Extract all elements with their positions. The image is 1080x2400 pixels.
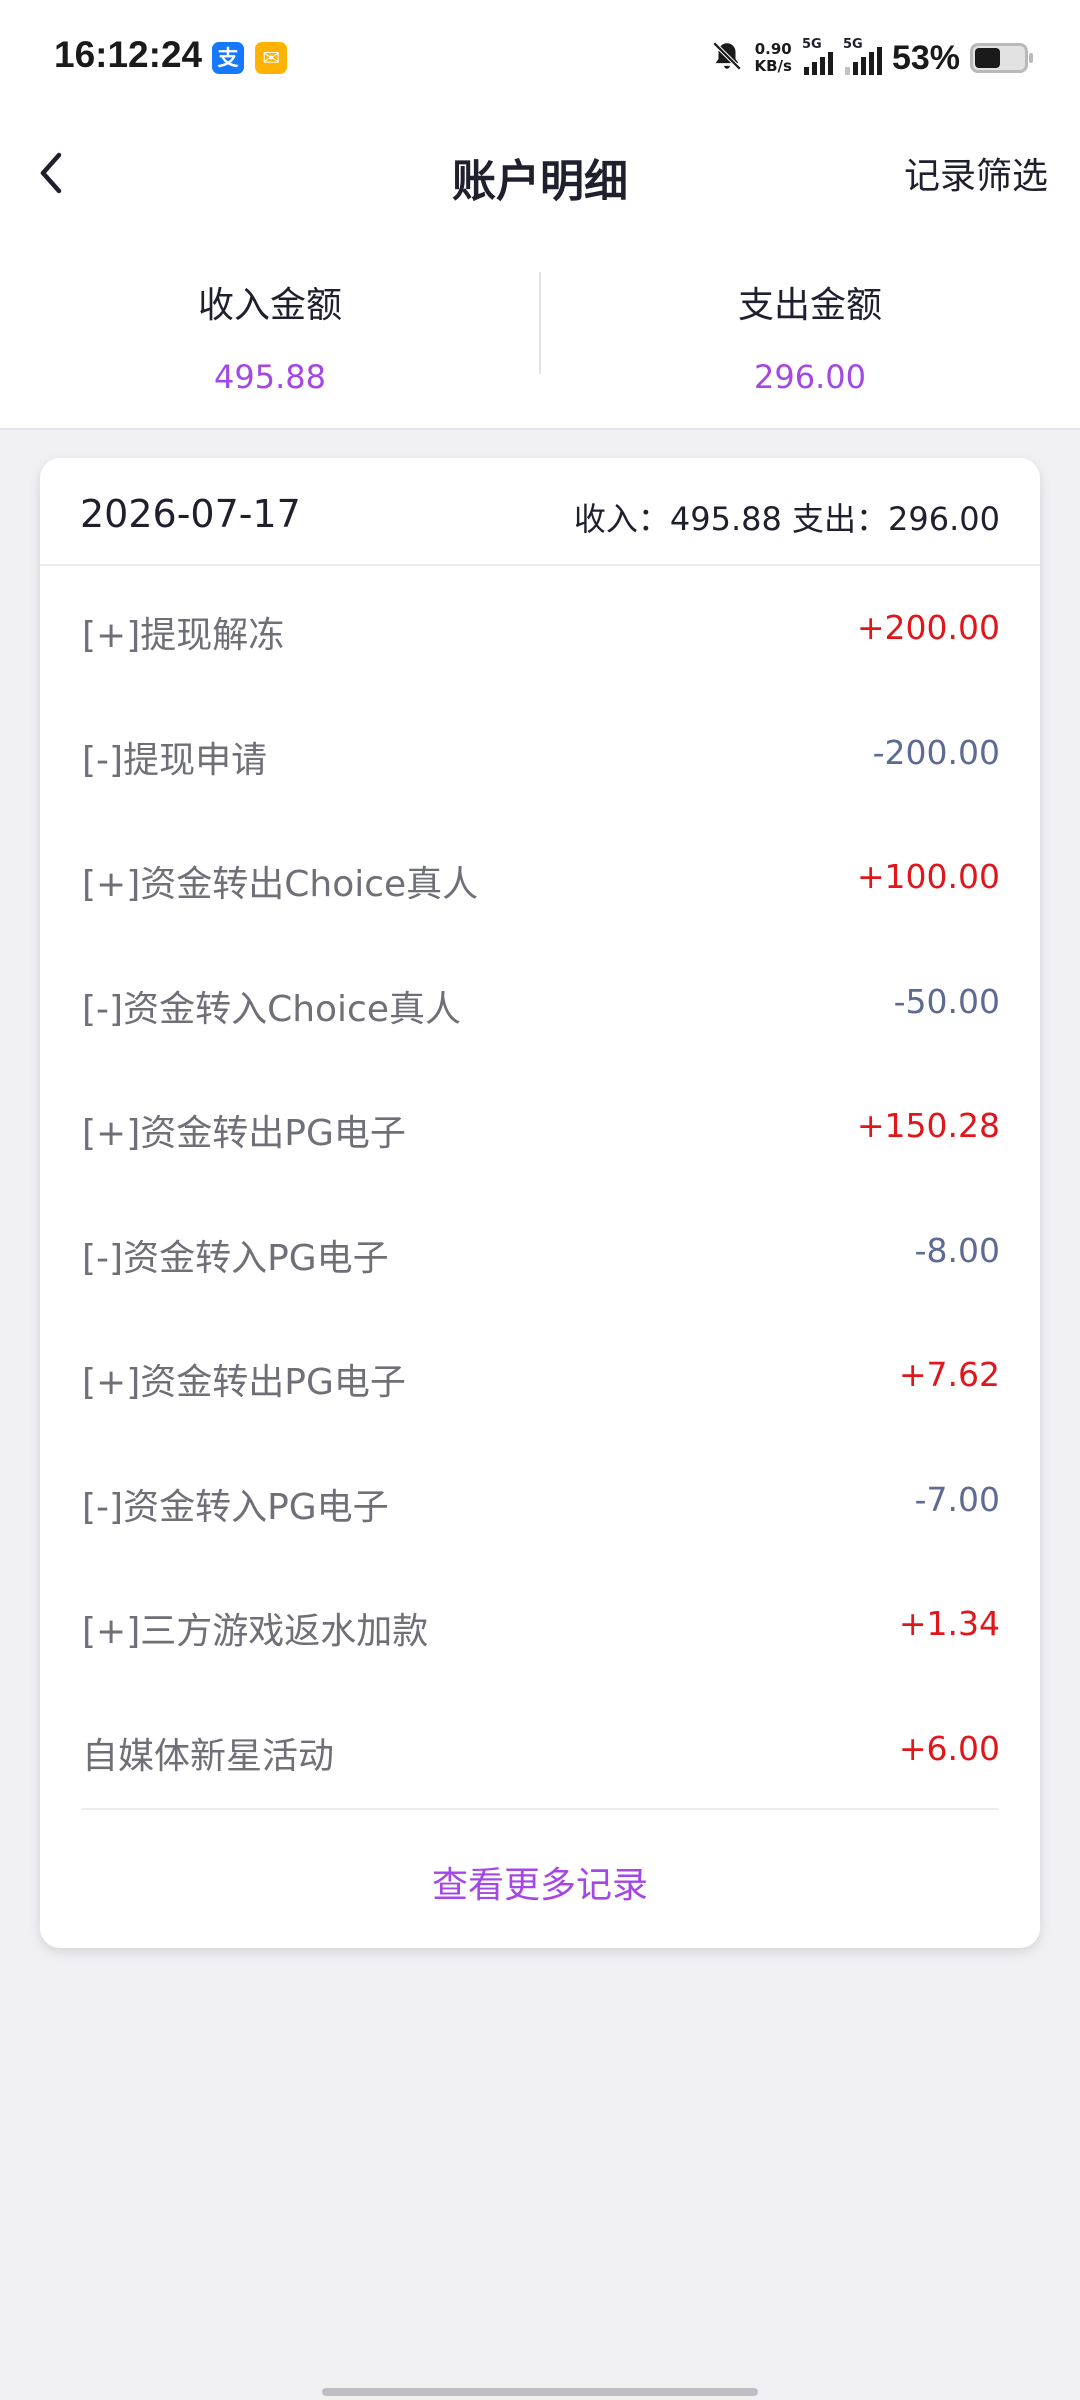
signal-icon: 5G [843,37,882,75]
mail-icon: ✉ [255,42,287,74]
battery-icon [970,43,1033,73]
signal-icon: 5G [802,37,833,75]
expense-value: 296.00 [754,358,866,396]
record-label: [+]资金转出PG电子 [82,1113,406,1154]
list-item[interactable]: [-]资金转入PG电子 -7.00 [40,1438,1040,1563]
record-amount: +6.00 [898,1728,1000,1768]
summary-panel: 收入金额 495.88 支出金额 296.00 [0,230,1080,430]
record-amount: +1.34 [898,1604,1000,1643]
income-label: 收入金额 [197,285,342,326]
records-card-header: 2026-07-17 收入：495.88 支出：296.00 [40,458,1040,566]
view-more-records-link[interactable]: 查看更多记录 [40,1856,1040,1908]
status-indicators: 0.90 KB/s 5G 5G 53% [710,34,1033,82]
list-item[interactable]: [+]三方游戏返水加款 +1.34 [40,1562,1040,1687]
income-summary: 收入金额 495.88 [0,276,540,396]
expense-summary: 支出金额 296.00 [540,276,1080,396]
record-date: 2026-07-17 [80,492,301,536]
record-amount: -50.00 [893,981,1000,1021]
list-item[interactable]: [-]提现申请 -200.00 [40,691,1040,816]
expense-label: 支出金额 [737,285,882,326]
alipay-icon: 支 [212,42,244,74]
record-amount: -200.00 [872,732,1000,772]
list-item[interactable]: [-]资金转入PG电子 -8.00 [40,1189,1040,1314]
record-amount: -7.00 [914,1479,1000,1519]
signal-type-label: 5G [801,37,822,52]
status-time: 16:12:24 [54,34,203,75]
list-item[interactable]: [+]资金转出PG电子 +7.62 [40,1313,1040,1438]
record-label: [-]资金转入PG电子 [82,1237,389,1279]
record-label: [-]资金转入PG电子 [82,1486,389,1528]
signal-type-label: 5G [842,37,863,52]
day-totals: 收入：495.88 支出：296.00 [573,500,1000,538]
record-label: [-]提现申请 [82,739,268,781]
record-label: [+]提现解冻 [82,615,285,656]
list-item[interactable]: [+]资金转出Choice真人 +100.00 [40,815,1040,940]
net-speed-unit: KB/s [754,57,792,75]
record-amount: +100.00 [856,857,1000,896]
card-divider [82,1808,998,1810]
battery-percent: 53% [891,38,960,77]
list-item[interactable]: [+]资金转出PG电子 +150.28 [40,1064,1040,1189]
net-speed: 0.90 KB/s [754,41,791,75]
record-filter-button[interactable]: 记录筛选 [904,147,1048,199]
record-label: [+]三方游戏返水加款 [82,1611,429,1652]
record-label: [+]资金转出PG电子 [82,1362,406,1403]
bell-off-icon [710,39,744,77]
record-label: [+]资金转出Choice真人 [82,864,479,905]
records-list: [+]提现解冻 +200.00 [-]提现申请 -200.00 [+]资金转出Cho… [40,566,1040,1811]
status-bar: 16:12:24 支 ✉ 0.90 KB/s 5G 5G 53% [0,0,1080,115]
list-item[interactable]: 自媒体新星活动 +6.00 [40,1687,1040,1812]
record-label: [-]资金转入Choice真人 [82,988,462,1030]
app-header: 账户明细 记录筛选 [0,115,1080,230]
record-amount: +7.62 [898,1355,1000,1394]
record-amount: +150.28 [856,1106,1000,1145]
home-indicator[interactable] [322,2388,758,2396]
record-label: 自媒体新星活动 [82,1735,335,1777]
list-item[interactable]: [-]资金转入Choice真人 -50.00 [40,940,1040,1065]
list-item[interactable]: [+]提现解冻 +200.00 [40,566,1040,691]
record-amount: +200.00 [856,608,1000,647]
record-amount: -8.00 [914,1230,1000,1270]
net-speed-value: 0.90 [754,40,792,58]
records-card: 2026-07-17 收入：495.88 支出：296.00 [+]提现解冻 +2… [40,458,1040,1948]
income-value: 495.88 [214,358,326,396]
